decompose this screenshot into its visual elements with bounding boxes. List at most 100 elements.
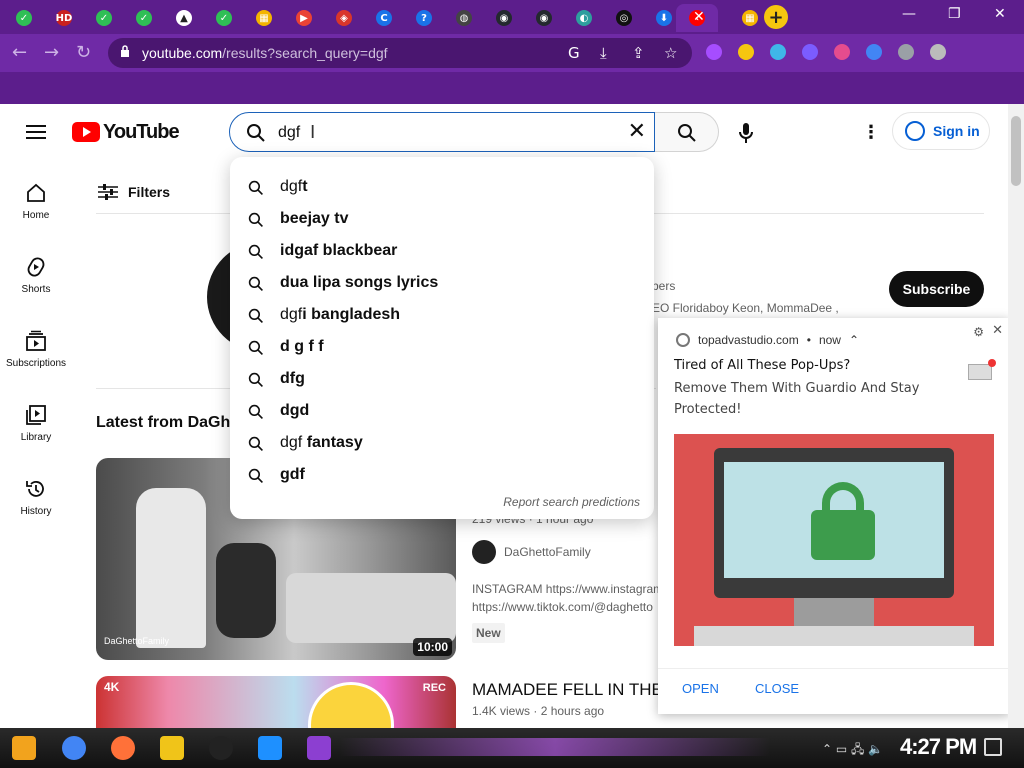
suggestion-text: d g f f bbox=[280, 338, 324, 355]
guide-label: Home bbox=[22, 210, 50, 221]
suggestion-item[interactable]: beejay tv bbox=[230, 203, 654, 235]
suggestion-item[interactable]: dgd bbox=[230, 395, 654, 427]
browser-tab[interactable]: HD bbox=[47, 4, 81, 32]
browser-tab[interactable]: ▲ bbox=[167, 4, 201, 32]
video-title[interactable]: MAMADEE FELL IN THE bbox=[472, 680, 663, 700]
suggestion-item[interactable]: d g f f bbox=[230, 331, 654, 363]
browser-tab[interactable]: ? bbox=[407, 4, 441, 32]
browser-tab[interactable]: ◍ bbox=[447, 4, 481, 32]
suggestion-item[interactable]: gdf bbox=[230, 459, 654, 491]
browser-tab[interactable]: ✓ bbox=[7, 4, 41, 32]
taskbar-app-icon[interactable] bbox=[209, 736, 233, 760]
browser-tab[interactable]: ◈ bbox=[327, 4, 361, 32]
browser-tab[interactable]: ◎ bbox=[607, 4, 641, 32]
youtube-logo-text[interactable]: YouTube bbox=[103, 121, 180, 144]
clear-search-icon[interactable]: ✕ bbox=[628, 119, 646, 144]
report-predictions-link[interactable]: Report search predictions bbox=[503, 495, 640, 509]
suggestion-item[interactable]: dua lipa songs lyrics bbox=[230, 267, 654, 299]
suggestion-item[interactable]: dfg bbox=[230, 363, 654, 395]
browser-tab[interactable]: ✓ bbox=[87, 4, 121, 32]
bookmark-star-icon[interactable]: ☆ bbox=[664, 44, 677, 62]
extension-icon[interactable] bbox=[770, 44, 786, 60]
taskbar-app-icon[interactable] bbox=[160, 736, 184, 760]
extension-icon[interactable] bbox=[706, 44, 722, 60]
video-thumbnail[interactable]: 4K REC bbox=[96, 676, 456, 728]
browser-tab[interactable]: ◐ bbox=[567, 4, 601, 32]
suggestion-text: dgfi bangladesh bbox=[280, 306, 401, 323]
google-icon[interactable]: G bbox=[568, 44, 580, 62]
sign-in-button[interactable]: Sign in bbox=[892, 112, 990, 150]
taskbar-app-icon[interactable] bbox=[12, 736, 36, 760]
suggestion-item[interactable]: dgft bbox=[230, 171, 654, 203]
install-icon[interactable]: ⤓ bbox=[600, 44, 607, 62]
url-text: youtube.com/results?search_query=dgf bbox=[142, 45, 388, 61]
taskbar-app-icon[interactable] bbox=[111, 736, 135, 760]
browser-tab[interactable]: ▦ bbox=[247, 4, 281, 32]
extension-icon[interactable] bbox=[834, 44, 850, 60]
guide-item-library[interactable]: Library bbox=[0, 404, 72, 443]
menu-icon[interactable] bbox=[26, 125, 46, 139]
search-button[interactable] bbox=[655, 112, 719, 152]
search-input[interactable]: dgf I ✕ bbox=[229, 112, 655, 152]
search-query-text[interactable]: dgf bbox=[278, 124, 300, 142]
forward-arrow-icon[interactable]: → bbox=[44, 42, 59, 63]
reload-icon[interactable]: ↻ bbox=[76, 42, 91, 63]
browser-toolbar: ← → ↻ youtube.com/results?search_query=d… bbox=[0, 34, 1024, 96]
gear-icon[interactable]: ⚙ bbox=[973, 325, 984, 339]
suggestion-item[interactable]: idgaf blackbear bbox=[230, 235, 654, 267]
suggestion-item[interactable]: dgf fantasy bbox=[230, 427, 654, 459]
extension-icon[interactable] bbox=[802, 44, 818, 60]
browser-tab[interactable]: ◉ bbox=[487, 4, 521, 32]
close-icon[interactable]: ✕ bbox=[992, 323, 1003, 338]
browser-tab[interactable]: ▦ bbox=[733, 4, 767, 32]
page-scrollbar[interactable] bbox=[1008, 104, 1024, 728]
check-icon: ✓ bbox=[136, 10, 152, 26]
video-channel-link[interactable]: DaGhettoFamily bbox=[472, 540, 591, 564]
microphone-icon[interactable] bbox=[738, 122, 754, 144]
taskbar-app-icon[interactable] bbox=[62, 736, 86, 760]
taskbar-clock[interactable]: 4:27 PM bbox=[900, 734, 977, 760]
minimize-button[interactable]: — bbox=[902, 6, 916, 22]
new-tab-button[interactable]: + bbox=[764, 5, 788, 29]
address-bar[interactable]: youtube.com/results?search_query=dgf G ⤓… bbox=[108, 38, 692, 68]
guide-item-shorts[interactable]: Shorts bbox=[0, 256, 72, 295]
lock-body bbox=[811, 510, 875, 560]
extension-icon[interactable] bbox=[738, 44, 754, 60]
video-duration: 10:00 bbox=[413, 638, 452, 656]
shocked-emoji-icon bbox=[308, 682, 394, 728]
browser-tab[interactable]: C bbox=[367, 4, 401, 32]
open-button[interactable]: OPEN bbox=[682, 681, 719, 696]
youtube-logo-icon[interactable] bbox=[72, 122, 100, 142]
browser-tab[interactable]: ✓ bbox=[207, 4, 241, 32]
guide-item-home[interactable]: Home bbox=[0, 182, 72, 221]
close-tab-icon[interactable]: ✕ bbox=[693, 9, 705, 25]
more-options-icon[interactable]: ⋮ bbox=[862, 122, 880, 143]
filters-button[interactable]: Filters bbox=[98, 184, 170, 200]
suggestion-text: beejay tv bbox=[280, 210, 349, 227]
close-button[interactable]: CLOSE bbox=[755, 681, 799, 696]
lock-icon bbox=[121, 45, 129, 57]
guide-item-history[interactable]: History bbox=[0, 478, 72, 517]
browser-tab[interactable]: ✓ bbox=[127, 4, 161, 32]
close-window-button[interactable]: ✕ bbox=[994, 6, 1006, 22]
back-arrow-icon[interactable]: ← bbox=[12, 42, 27, 63]
notification-image[interactable] bbox=[674, 434, 994, 646]
browser-tab[interactable]: ◉ bbox=[527, 4, 561, 32]
suggestion-item[interactable]: dgfi bangladesh bbox=[230, 299, 654, 331]
extension-icon[interactable] bbox=[898, 44, 914, 60]
extension-icon[interactable] bbox=[930, 44, 946, 60]
guide-item-subscriptions[interactable]: Subscriptions bbox=[0, 330, 72, 369]
system-tray-icons[interactable]: ⌃ ▭ 🖧 🔈 bbox=[822, 740, 883, 761]
extension-icon[interactable] bbox=[866, 44, 882, 60]
badge-dot bbox=[988, 359, 996, 367]
maximize-button[interactable]: ❐ bbox=[948, 6, 961, 22]
taskbar-app-icon[interactable] bbox=[307, 736, 331, 760]
scrollbar-thumb[interactable] bbox=[1011, 116, 1021, 186]
action-center-icon[interactable] bbox=[984, 738, 1002, 756]
chevron-up-icon[interactable]: ⌃ bbox=[849, 333, 859, 347]
share-icon[interactable]: ⇪ bbox=[632, 44, 645, 62]
subscribe-button[interactable]: Subscribe bbox=[889, 271, 984, 307]
browser-tab[interactable]: ▶ bbox=[287, 4, 321, 32]
taskbar-app-icon[interactable] bbox=[258, 736, 282, 760]
guide-label: Shorts bbox=[21, 284, 51, 295]
